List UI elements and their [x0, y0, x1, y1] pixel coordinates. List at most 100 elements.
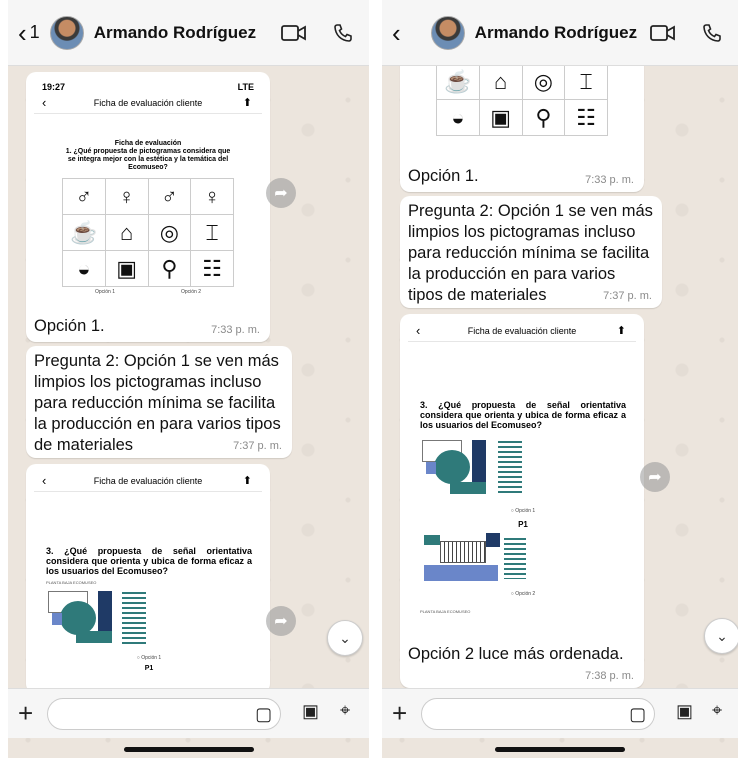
image-message-map[interactable]: ‹ Ficha de evaluación cliente ⬆ 3. ¿Qué …: [26, 464, 270, 700]
contact-name[interactable]: Armando Rodríguez: [94, 23, 256, 43]
composer-bar: + ▢ ▣ ⌖: [382, 688, 738, 738]
home-indicator: [123, 747, 254, 752]
back-icon[interactable]: ‹: [18, 20, 27, 46]
cctv-icon: ◎: [148, 215, 192, 251]
doc-question: 3. ¿Qué propuesta de señal orientativa c…: [46, 546, 252, 576]
screenshot-pictograms[interactable]: 19:27 LTE ‹ Ficha de evaluación cliente ⬆…: [34, 78, 262, 306]
message-text: Opción 1.: [34, 317, 105, 335]
camera-icon[interactable]: ▣: [302, 701, 319, 722]
meeting-icon: ☷: [565, 100, 608, 136]
microphone-icon[interactable]: ⌖: [712, 700, 722, 721]
forward-icon[interactable]: ➦: [266, 178, 296, 208]
forward-icon[interactable]: ➦: [266, 606, 296, 636]
map-caption: PLANTA BAJA ECOMUSEO: [420, 609, 471, 614]
chevron-left-icon: ‹: [416, 323, 421, 338]
person-icon: ♂: [63, 179, 106, 215]
camera-dome-icon: ◒: [63, 251, 106, 287]
coffee-icon: ☕: [63, 215, 106, 251]
back-icon[interactable]: ‹: [392, 20, 401, 46]
chevron-left-icon: ‹: [42, 473, 47, 488]
composer-bar: + ▢ ▣ ⌖: [8, 688, 369, 738]
share-icon: ⬆: [242, 475, 252, 487]
pictogram-grid: ♂ ♀ ♂ ♀ ☕ ⌂ ◎ ⌶ ◒ ▣ ⚲ ☷: [62, 178, 234, 287]
message-time: 7:37 p. m.: [233, 440, 282, 452]
message-time: 7:33 p. m.: [211, 324, 260, 336]
text-message-pregunta2[interactable]: Pregunta 2: Opción 1 se ven más limpios …: [400, 196, 662, 308]
reception-icon: ⌂: [105, 215, 149, 251]
chevron-left-icon: ‹: [42, 95, 47, 110]
message-input[interactable]: ▢: [421, 697, 656, 730]
option-1-label: ○ Opción 1: [510, 508, 536, 514]
chevron-down-icon[interactable]: ⌄: [327, 620, 363, 656]
map-caption: PLANTA BAJA ECOMUSEO: [46, 580, 97, 585]
avatar[interactable]: [49, 15, 84, 50]
doc-nav-bar: ‹ Ficha de evaluación cliente ⬆: [34, 92, 262, 114]
cctv-icon: ◎: [522, 64, 566, 100]
message-time: 7:33 p. m.: [585, 174, 634, 186]
image-message-map[interactable]: ‹ Ficha de evaluación cliente ⬆ 3. ¿Qué …: [400, 314, 644, 688]
message-text: Opción 2 luce más ordenada.: [408, 645, 624, 663]
doc-nav-title: Ficha de evaluación cliente: [93, 475, 203, 486]
person-icon: ♀: [105, 179, 149, 215]
screenshot-map[interactable]: ‹ Ficha de evaluación cliente ⬆ 3. ¿Qué …: [408, 320, 636, 642]
restroom-icon: ⚲: [522, 100, 566, 136]
option-1-label: ○ Opción 1: [136, 655, 162, 661]
desk-icon: ⌶: [191, 215, 234, 251]
phone-icon[interactable]: [333, 23, 353, 43]
badge-icon: ▣: [479, 100, 523, 136]
share-icon: ⬆: [242, 97, 252, 109]
camera-icon[interactable]: ▣: [676, 701, 693, 722]
doc-question: 3. ¿Qué propuesta de señal orientativa c…: [420, 400, 626, 430]
video-camera-icon[interactable]: [281, 24, 307, 42]
sticker-icon[interactable]: ▢: [255, 704, 272, 725]
sticker-icon[interactable]: ▢: [629, 704, 646, 725]
meeting-icon: ☷: [191, 251, 234, 287]
microphone-icon[interactable]: ⌖: [340, 700, 350, 721]
status-network: LTE: [237, 82, 254, 92]
message-input[interactable]: ▢: [47, 697, 282, 730]
floor-map-option-2: [420, 531, 530, 589]
doc-title: Ficha de evaluación: [114, 140, 182, 147]
floor-map-option-1: [420, 436, 530, 506]
back-count[interactable]: 1: [30, 22, 40, 43]
doc-nav-title: Ficha de evaluación cliente: [467, 325, 577, 336]
desk-icon: ⌶: [565, 64, 608, 100]
text-message-pregunta2[interactable]: Pregunta 2: Opción 1 se ven más limpios …: [26, 346, 292, 458]
message-time: 7:38 p. m.: [585, 670, 634, 682]
p1-label: P1: [144, 665, 154, 672]
message-text: Opción 1.: [408, 167, 479, 185]
plus-icon[interactable]: +: [18, 698, 33, 729]
chat-header: ‹ Armando Rodríguez: [382, 0, 738, 66]
status-time: 19:27: [42, 82, 66, 92]
phone-icon[interactable]: [702, 23, 722, 43]
option-1-label: Opción 1: [94, 289, 115, 295]
doc-nav-bar: ‹ Ficha de evaluación cliente ⬆: [34, 470, 262, 492]
coffee-icon: ☕: [437, 64, 480, 100]
p1-label: P1: [518, 520, 528, 529]
doc-nav-bar: ‹ Ficha de evaluación cliente ⬆: [408, 320, 636, 342]
video-camera-icon[interactable]: [650, 24, 676, 42]
message-time: 7:37 p. m.: [603, 290, 652, 302]
forward-icon[interactable]: ➦: [640, 462, 670, 492]
person-icon: ♂: [148, 179, 192, 215]
image-message-pictograms[interactable]: 19:27 LTE ‹ Ficha de evaluación cliente ⬆…: [26, 72, 270, 342]
option-2-label: ○ Opción 2: [510, 591, 536, 597]
chat-panel-right: ♂ ♀ ♂ ♀ ☕ ⌂ ◎ ⌶ ◒ ▣ ⚲ ☷ Opción 1. 7:33 p…: [382, 0, 738, 758]
chevron-down-icon[interactable]: ⌄: [704, 618, 738, 654]
person-icon: ♀: [191, 179, 234, 215]
home-indicator: [495, 747, 625, 752]
doc-question: 1. ¿Qué propuesta de pictogramas conside…: [65, 148, 231, 171]
screenshot-map[interactable]: ‹ Ficha de evaluación cliente ⬆ 3. ¿Qué …: [34, 470, 262, 700]
avatar[interactable]: [430, 15, 465, 50]
chat-header: ‹ 1 Armando Rodríguez: [8, 0, 369, 66]
doc-nav-title: Ficha de evaluación cliente: [93, 97, 203, 108]
badge-icon: ▣: [105, 251, 149, 287]
share-icon: ⬆: [616, 325, 626, 337]
plus-icon[interactable]: +: [392, 698, 407, 729]
reception-icon: ⌂: [479, 64, 523, 100]
contact-name[interactable]: Armando Rodríguez: [475, 23, 637, 43]
status-bar: 19:27 LTE: [34, 78, 262, 92]
option-2-label: Opción 2: [180, 289, 201, 295]
restroom-icon: ⚲: [148, 251, 192, 287]
floor-map: [46, 587, 156, 651]
